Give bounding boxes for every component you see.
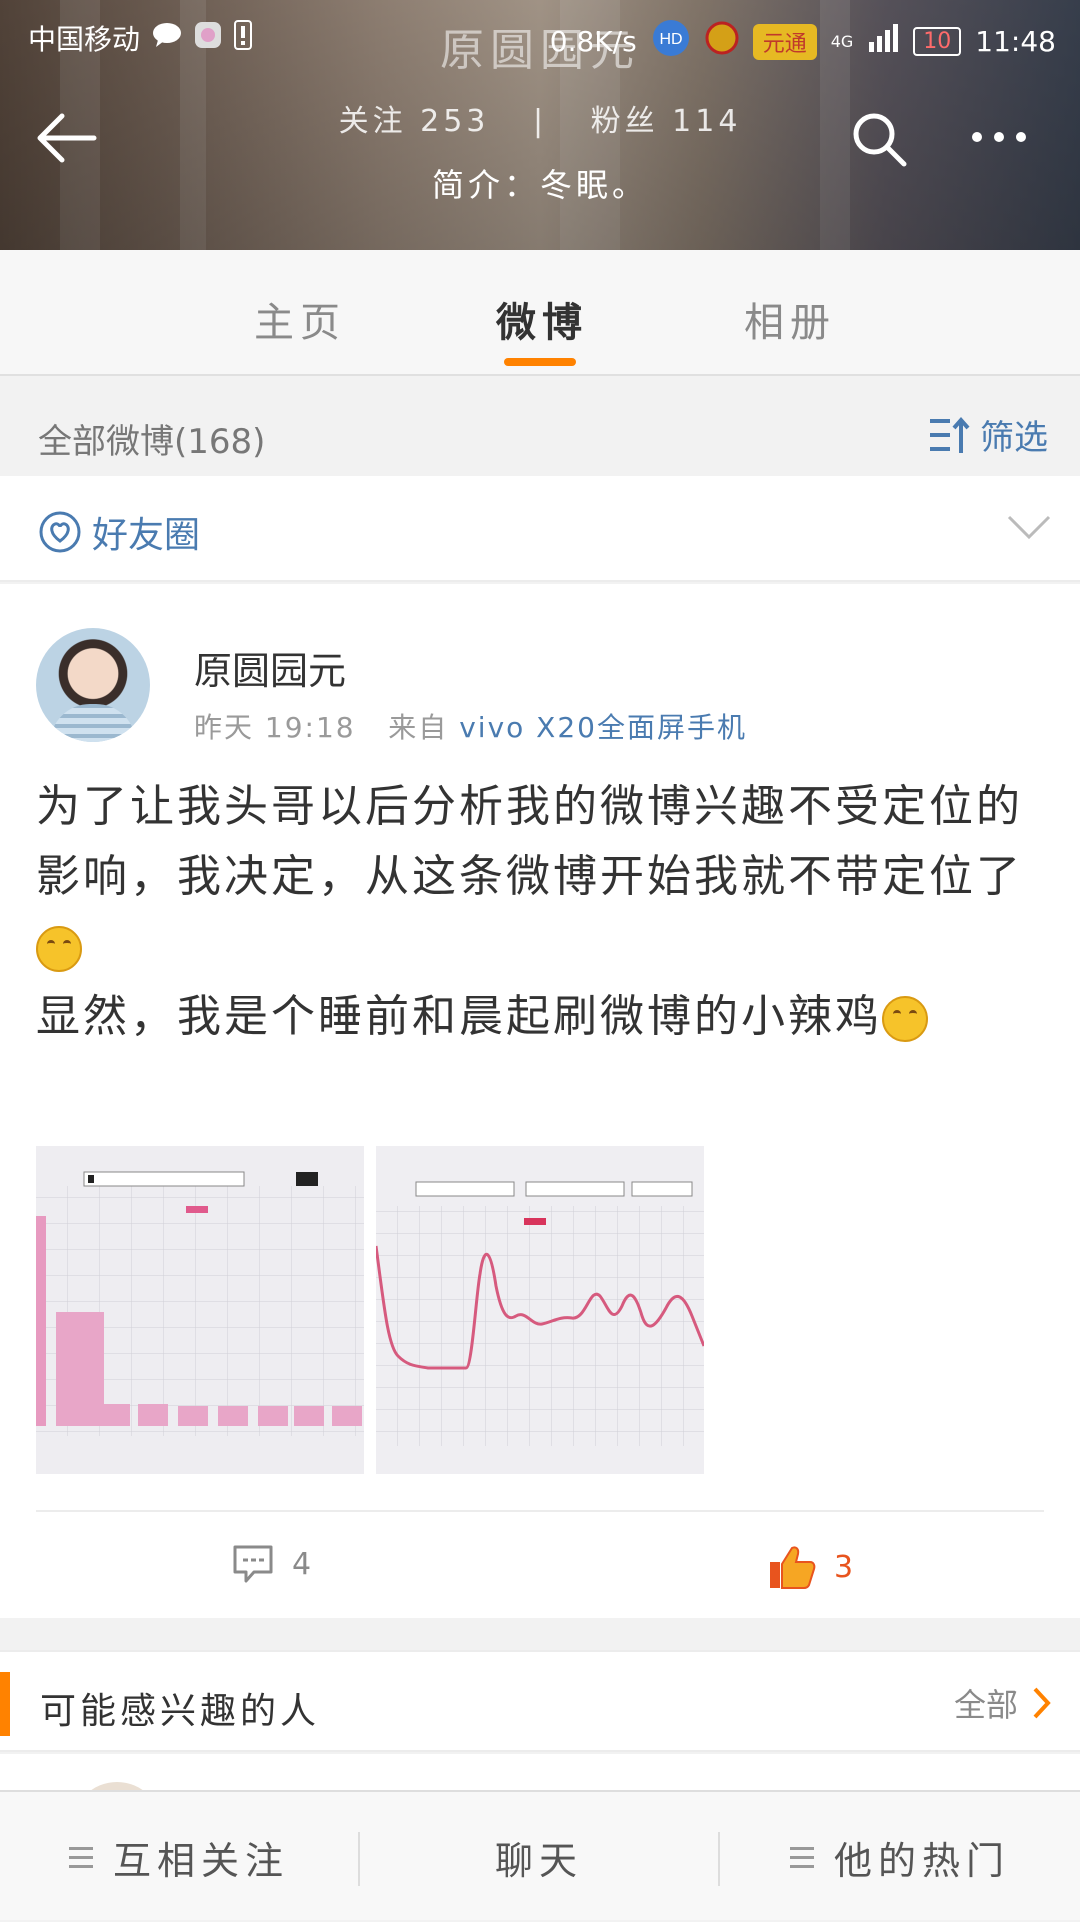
section-accent-bar [0,1672,10,1736]
heart-circle-icon [39,511,81,553]
network-type: 4G [830,32,854,51]
avatar-shirt [50,704,136,742]
suggested-people-header: 可能感兴趣的人 全部 [0,1650,1080,1752]
status-bar: 原圆园元 中国移动 0.8K/s HD 元通 4G 10 11:48 [0,0,1080,78]
tab-album[interactable]: 相册 [744,290,836,348]
carrier-label: 中国移动 [28,23,141,56]
alert-icon [234,19,253,57]
suggested-person-peek [0,1754,1080,1872]
friend-circle-selector[interactable]: 好友圈 [0,476,1080,582]
author-avatar[interactable] [36,628,150,742]
post-count-label: 全部微博(168) [38,422,266,462]
chat-button[interactable]: 聊天 [360,1792,718,1922]
active-tab-indicator [504,358,576,366]
app-notification-icon [194,21,222,56]
filter-button[interactable]: 筛选 [928,410,1048,459]
post-meta: 昨天 19:18 来自 vivo X20全面屏手机 [194,706,747,746]
more-options-button[interactable] [972,122,1042,152]
chevron-right-icon [1033,1687,1051,1719]
more-dot-icon [972,132,982,142]
mutual-follow-button[interactable]: 互相关注 [0,1792,358,1922]
more-dot-icon [994,132,1004,142]
fans-stat[interactable]: 粉丝 114 [591,104,742,139]
his-popular-label: 他的热门 [833,1838,1010,1883]
comment-icon [233,1545,273,1583]
line-chart-photo-icon [376,1146,704,1474]
thumbs-up-icon [770,1546,816,1589]
svg-text:HD: HD [659,31,682,48]
comment-button[interactable]: 4 [232,1544,311,1584]
see-all-button[interactable]: 全部 [954,1680,1052,1726]
friend-circle-label-group: 好友圈 [38,506,200,558]
signal-icon [867,24,899,59]
menu-icon [68,1846,93,1868]
follow-stat[interactable]: 关注 253 [339,104,490,139]
network-speed: 0.8K/s [549,25,637,58]
his-popular-button[interactable]: 他的热门 [720,1792,1080,1922]
more-dot-icon [1016,132,1026,142]
post-source[interactable]: vivo X20全面屏手机 [459,711,747,744]
post-image-bar-chart[interactable] [36,1146,364,1474]
search-icon [853,113,907,167]
author-name[interactable]: 原圆园元 [194,640,346,695]
see-all-label: 全部 [953,1686,1018,1724]
chevron-down-icon[interactable] [1006,512,1052,542]
follow-stats: 关注 253 | 粉丝 114 [0,96,1080,140]
post-from-label: 来自 [388,711,449,744]
post-text: 为了让我头哥以后分析我的微博兴趣不受定位的影响，我决定，从这条微博开始我就不带定… [36,772,1046,1052]
laugh-cry-emoji-icon [36,926,82,972]
post-image-line-chart[interactable] [376,1146,704,1474]
status-time: 11:48 [975,25,1056,58]
mutual-follow-label: 互相关注 [112,1838,289,1883]
tab-home[interactable]: 主页 [254,290,346,348]
stats-divider: | [532,104,548,139]
bottom-action-bar: 互相关注 聊天 他的热门 [0,1790,1080,1920]
chat-label: 聊天 [494,1838,583,1883]
post-divider [36,1510,1044,1512]
filter-bar: 全部微博(168) 筛选 [0,378,1080,476]
like-count: 3 [834,1549,854,1585]
search-button[interactable] [848,108,912,172]
profile-header: 原圆园元 中国移动 0.8K/s HD 元通 4G 10 11:48 关注 25… [0,0,1080,250]
post-text-line: 显然，我是个睡前和晨起刷微博的小辣鸡 [36,982,1046,1052]
profile-bio: 简介：冬眠。 [431,166,648,204]
post-text-line: 为了让我头哥以后分析我的微博兴趣不受定位的影响，我决定，从这条微博开始我就不带定… [36,772,1046,982]
like-button[interactable]: 3 [768,1544,853,1590]
menu-icon [789,1846,814,1868]
message-icon [152,22,182,55]
profile-tabs: 主页 微博 相册 [0,250,1080,376]
emblem-icon [705,21,739,62]
post-time: 昨天 19:18 [194,711,356,744]
filter-icon [930,416,970,453]
carrier-badge: 元通 [752,23,817,60]
battery-indicator: 10 [913,27,962,56]
weibo-post[interactable]: 原圆园元 昨天 19:18 来自 vivo X20全面屏手机 为了让我头哥以后分… [0,584,1080,1618]
filter-label: 筛选 [980,418,1048,458]
laugh-cry-emoji-icon [882,996,928,1042]
suggested-people-title: 可能感兴趣的人 [40,1691,321,1732]
friend-circle-label: 好友圈 [92,515,201,556]
bar-chart-photo-icon [36,1146,364,1474]
hd-icon: HD [651,18,691,65]
tab-weibo[interactable]: 微博 [496,290,588,348]
comment-count: 4 [292,1546,312,1582]
